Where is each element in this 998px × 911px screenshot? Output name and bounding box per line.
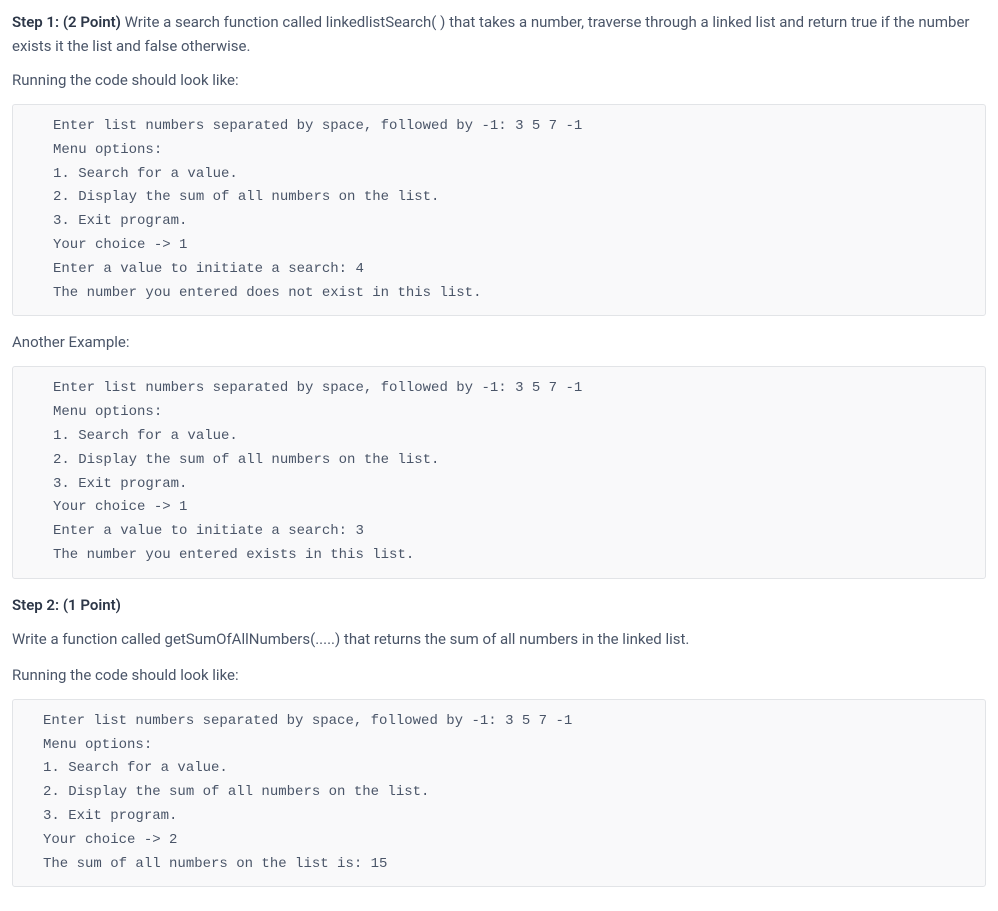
step1-code-block-2: Enter list numbers separated by space, f… [12,366,986,578]
step1-title: Step 1: (2 Point) [12,13,125,31]
step2-code-block-1: Enter list numbers separated by space, f… [12,699,986,888]
step1-running-label: Running the code should look like: [12,68,986,92]
step2-description: Write a function called getSumOfAllNumbe… [12,627,986,651]
step1-description: Write a search function called linkedlis… [12,13,970,55]
step1-another-example-label: Another Example: [12,330,986,354]
step2-running-label: Running the code should look like: [12,663,986,687]
step2-heading: Step 2: (1 Point) [12,593,986,617]
step2-title: Step 2: (1 Point) [12,596,121,614]
step1-heading: Step 1: (2 Point) Write a search functio… [12,10,986,58]
step1-code-block-1: Enter list numbers separated by space, f… [12,104,986,316]
